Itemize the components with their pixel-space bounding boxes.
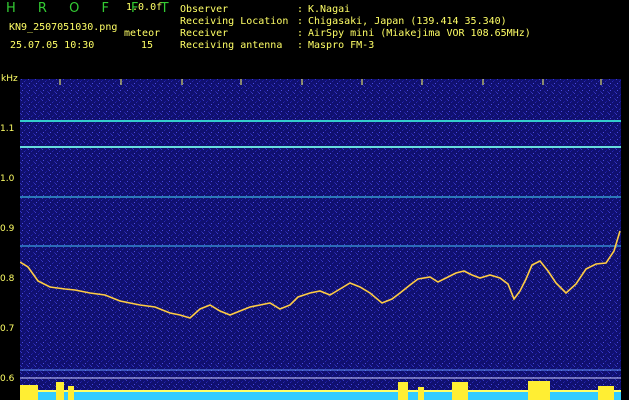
location-label: Receiving Location	[180, 16, 289, 27]
location-value: Chigasaki, Japan (139.414 35.340)	[308, 16, 507, 27]
capture-datetime: 25.07.05 10:30	[10, 40, 95, 51]
meteor-label: meteor	[124, 28, 161, 39]
app-version: 1.0.0f	[126, 2, 163, 13]
y-tick-label: 0.6	[0, 374, 15, 384]
antenna-label: Receiving antenna	[180, 40, 283, 51]
y-axis-unit: kHz	[1, 74, 18, 84]
observer-label: Observer	[180, 4, 229, 15]
colon-2: :	[297, 16, 304, 27]
image-filename: KN9_2507051030.png	[9, 22, 118, 33]
y-tick-label: 0.9	[0, 224, 15, 234]
meteor-count: 15	[141, 40, 154, 51]
receiver-label: Receiver	[180, 28, 229, 39]
hrofft-spectrogram-window: H R O F F T 1.0.0f KN9_2507051030.png 25…	[0, 0, 629, 400]
antenna-value: Maspro FM-3	[308, 40, 375, 51]
spectrogram-plot	[20, 79, 621, 400]
y-tick-label: 0.7	[0, 324, 15, 334]
observer-value: K.Nagai	[308, 4, 351, 15]
y-tick-label: 1.0	[0, 174, 15, 184]
colon-1: :	[297, 4, 304, 15]
colon-4: :	[297, 40, 304, 51]
y-tick-label: 1.1	[0, 124, 15, 134]
noise-background	[20, 79, 621, 400]
receiver-value: AirSpy mini (Miakejima VOR 108.65MHz)	[308, 28, 531, 39]
colon-3: :	[297, 28, 304, 39]
y-tick-label: 0.8	[0, 274, 15, 284]
